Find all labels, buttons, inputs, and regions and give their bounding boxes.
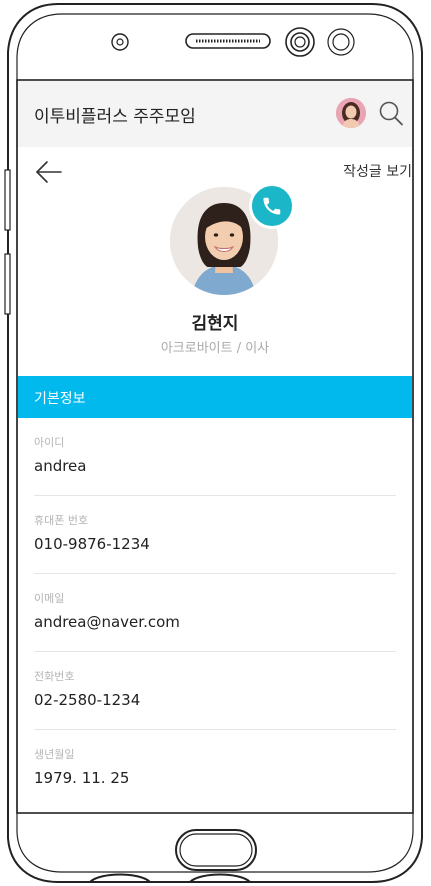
speaker-grille xyxy=(185,33,271,49)
field-value[interactable]: andrea@naver.com xyxy=(34,613,180,631)
field-user-id: 아이디 andrea xyxy=(34,418,412,496)
field-label: 휴대폰 번호 xyxy=(34,514,89,527)
field-label: 아이디 xyxy=(34,436,65,449)
field-label: 전화번호 xyxy=(34,670,75,683)
search-icon xyxy=(379,101,403,126)
user-avatar[interactable] xyxy=(336,98,366,128)
search-button[interactable] xyxy=(376,97,406,129)
field-mobile-phone: 휴대폰 번호 010-9876-1234 xyxy=(34,496,412,574)
app-screen: 이투비플러스 주주모임 작성글 보기 김현지 아크로바이트 / 이사 기본정보 … xyxy=(18,81,412,812)
field-value[interactable]: 010-9876-1234 xyxy=(34,535,150,553)
field-email: 이메일 andrea@naver.com xyxy=(34,574,412,652)
phone-icon xyxy=(263,197,281,215)
field-telephone: 전화번호 02-2580-1234 xyxy=(34,652,412,730)
back-button[interactable] xyxy=(34,159,64,185)
section-title: 기본정보 xyxy=(34,391,86,407)
app-title: 이투비플러스 주주모임 xyxy=(34,107,196,127)
field-label: 이메일 xyxy=(34,592,65,605)
profile-name: 김현지 xyxy=(191,314,239,334)
view-posts-link[interactable]: 작성글 보기 xyxy=(343,161,412,181)
field-birthdate: 생년월일 1979. 11. 25 xyxy=(34,730,412,808)
field-value: 1979. 11. 25 xyxy=(34,769,130,787)
field-value: andrea xyxy=(34,457,87,475)
field-label: 생년월일 xyxy=(34,748,75,761)
field-value[interactable]: 02-2580-1234 xyxy=(34,691,140,709)
profile-subtitle: 아크로바이트 / 이사 xyxy=(160,341,270,356)
call-button[interactable] xyxy=(249,183,295,229)
app-bar: 이투비플러스 주주모임 xyxy=(18,81,412,147)
arrow-left-icon xyxy=(36,161,62,183)
front-camera xyxy=(111,33,129,51)
section-header-basic-info: 기본정보 xyxy=(18,376,412,418)
